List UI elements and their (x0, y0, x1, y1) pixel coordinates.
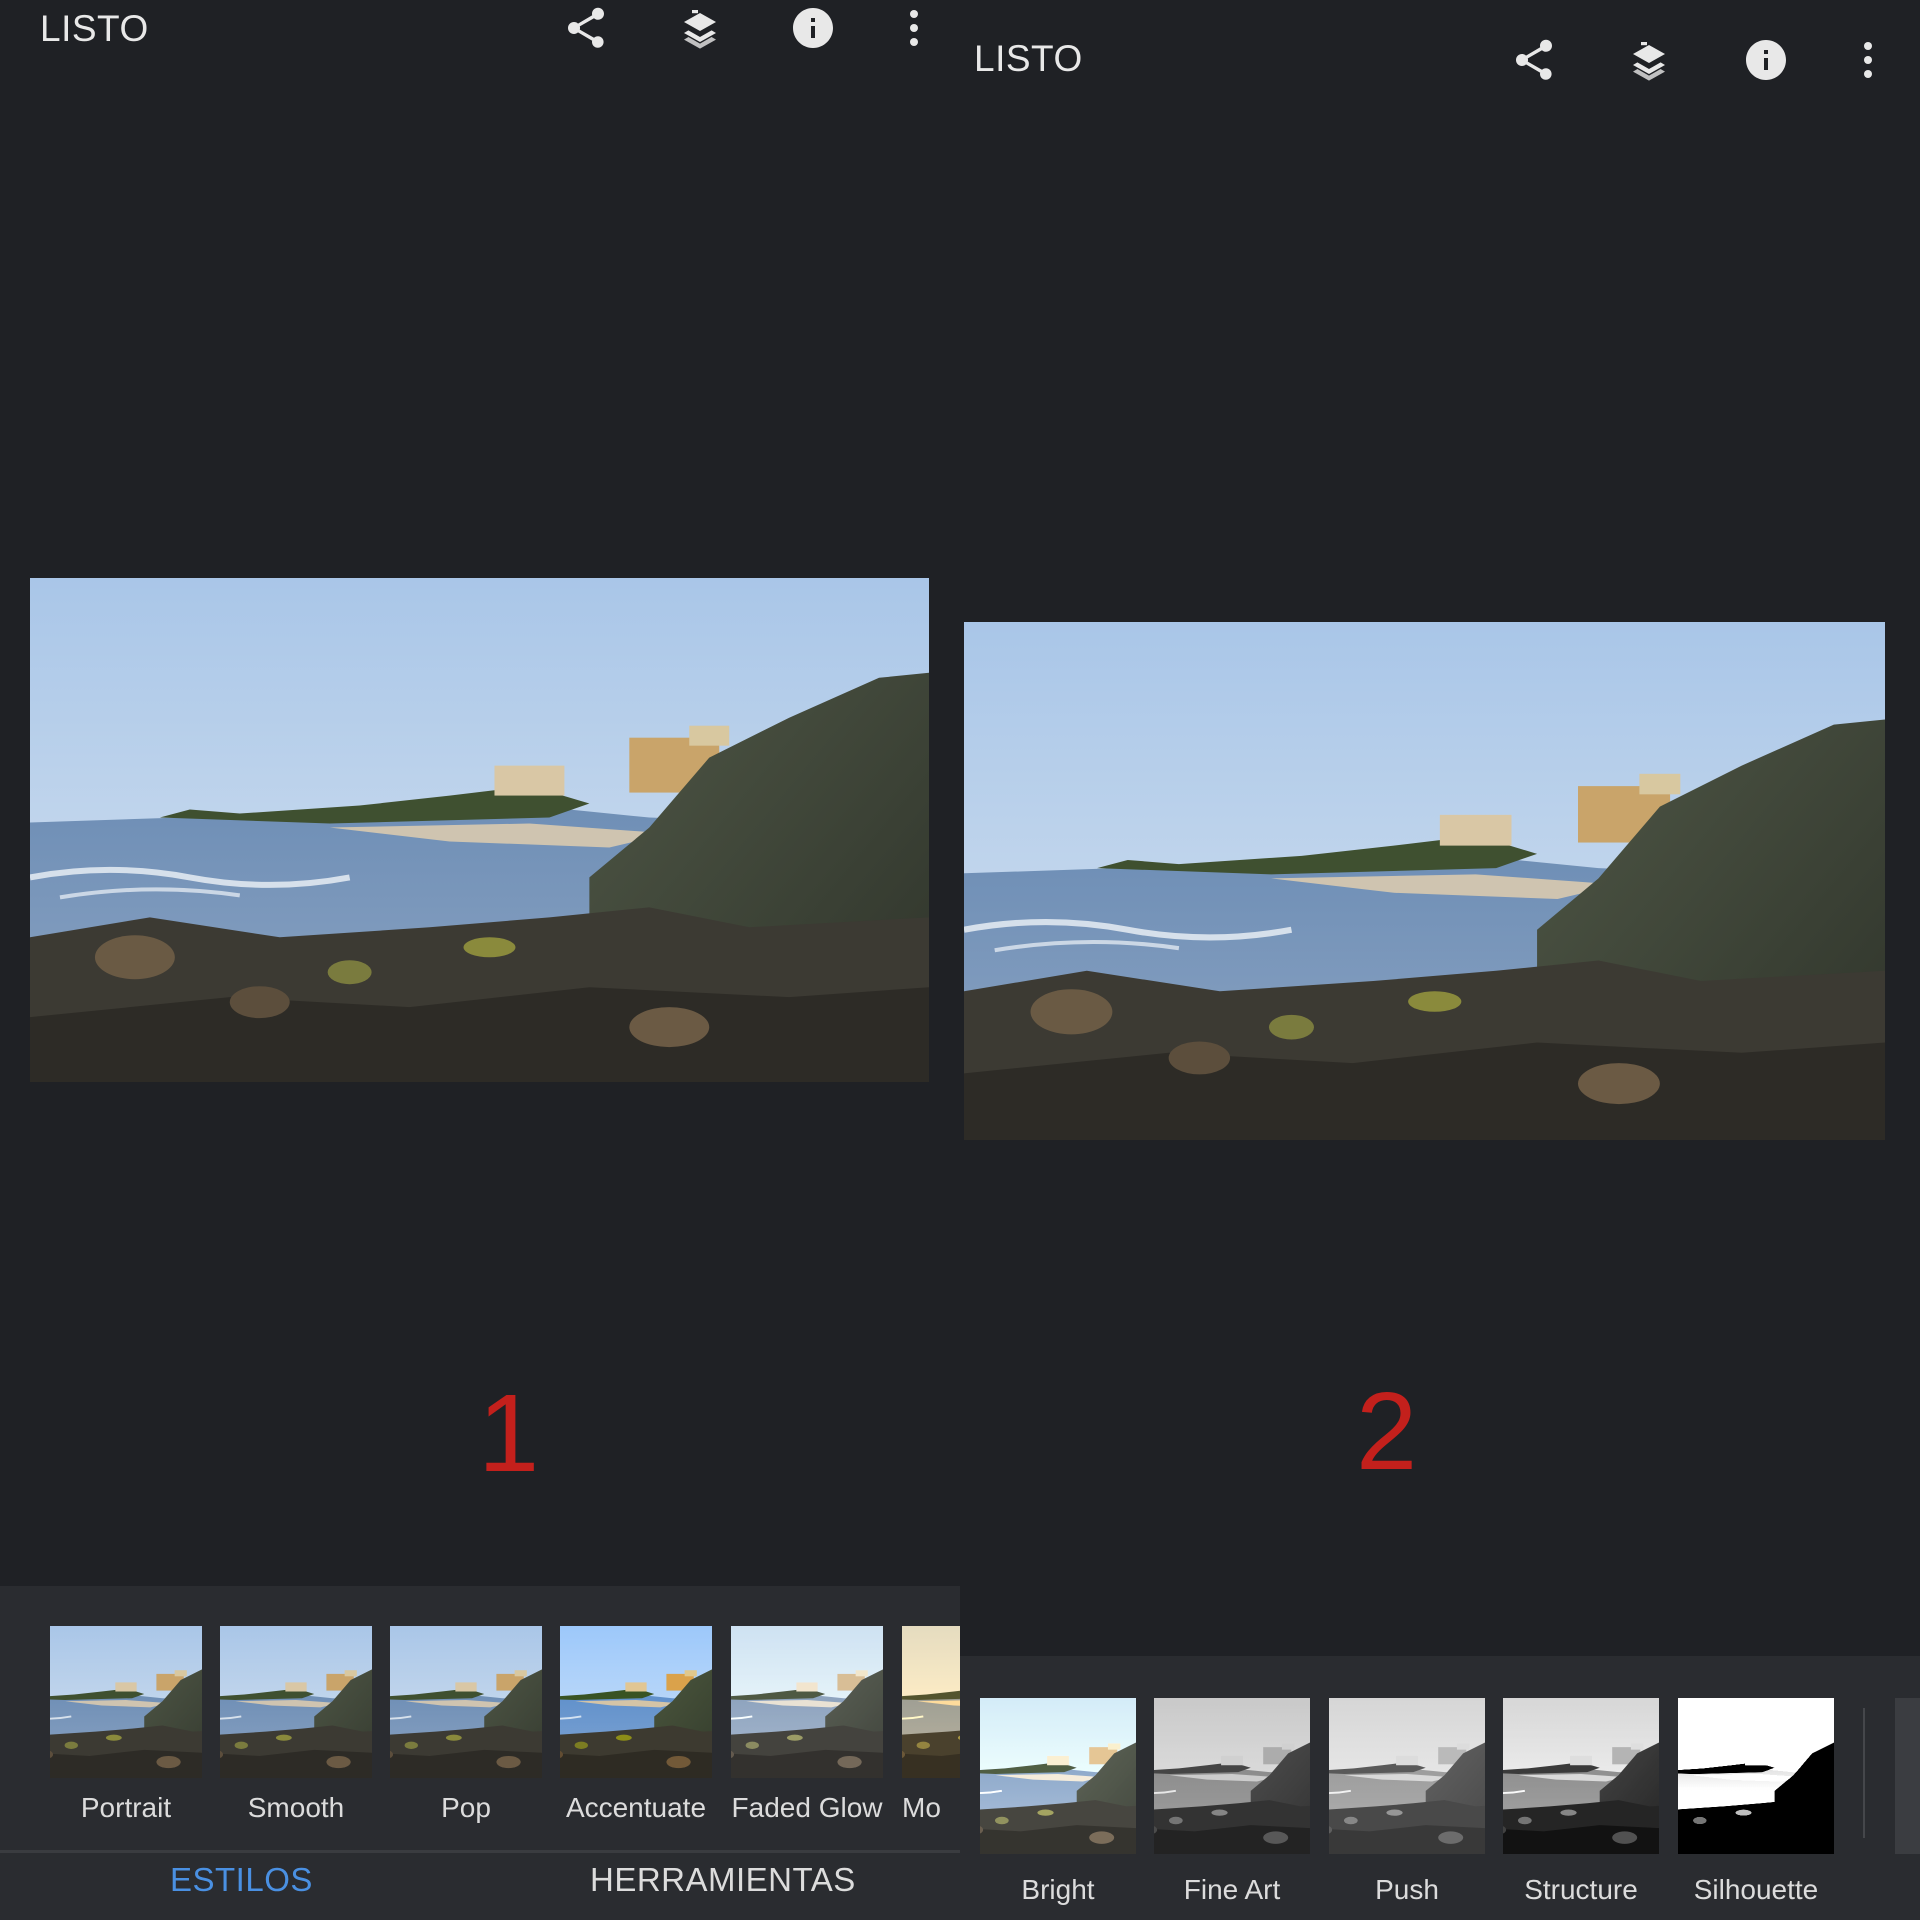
photo-preview[interactable] (30, 578, 929, 1082)
style-preview (390, 1626, 542, 1778)
top-bar: LISTO (0, 0, 960, 110)
style-thumb-partial[interactable]: Mo (902, 1626, 960, 1826)
more-vertical-icon[interactable] (888, 2, 940, 54)
style-label: Silhouette (1693, 1874, 1819, 1905)
style-preview (560, 1626, 712, 1778)
share-icon[interactable] (1508, 34, 1560, 86)
style-preview (902, 1626, 960, 1778)
styles-tray: Portrait Smooth Pop Accentuate Faded Glo… (0, 1586, 960, 1854)
editor-screen-1: LISTO 1 Portrait Smooth Pop Accentuate F… (0, 0, 960, 1920)
styles-tray: Bright Fine Art Push Structure Silhouett… (960, 1656, 1920, 1920)
style-label: Push (1375, 1874, 1439, 1905)
style-preview (980, 1698, 1136, 1854)
style-thumb-accentuate[interactable]: Accentuate (560, 1626, 712, 1826)
style-preview (50, 1626, 202, 1778)
step-number: 2 (1356, 1370, 1418, 1493)
style-preview (1154, 1698, 1310, 1854)
style-label: Bright (1021, 1874, 1095, 1905)
style-thumb-silhouette[interactable]: Silhouette (1678, 1698, 1834, 1918)
bottom-tabs: ESTILOS HERRAMIENTAS (0, 1853, 960, 1920)
style-preview (731, 1626, 883, 1778)
done-button[interactable]: LISTO (974, 38, 1083, 80)
style-thumb-structure[interactable]: Structure (1503, 1698, 1659, 1918)
style-label: Pop (441, 1792, 491, 1823)
style-preview (1329, 1698, 1485, 1854)
style-preview (220, 1626, 372, 1778)
style-label: Smooth (247, 1792, 345, 1823)
style-label: Accentuate (565, 1792, 707, 1823)
done-button[interactable]: LISTO (40, 8, 149, 50)
style-thumb-pop[interactable]: Pop (390, 1626, 542, 1826)
editor-screen-2: LISTO 2 Bright Fine Art Push Structure S… (960, 0, 1920, 1920)
style-label: Mo (902, 1792, 941, 1823)
style-thumb-partial[interactable] (1895, 1698, 1920, 1854)
style-label: Faded Glow (731, 1792, 883, 1823)
step-number: 1 (478, 1372, 540, 1495)
layers-stack-icon[interactable] (1623, 34, 1675, 86)
style-label: Structure (1524, 1874, 1638, 1905)
share-icon[interactable] (560, 2, 612, 54)
photo-preview[interactable] (964, 622, 1885, 1140)
style-thumb-portrait[interactable]: Portrait (50, 1626, 202, 1826)
style-preview (1678, 1698, 1834, 1854)
more-vertical-icon[interactable] (1842, 34, 1894, 86)
top-bar: LISTO (960, 0, 1920, 110)
style-label: Portrait (80, 1792, 172, 1823)
layers-stack-icon[interactable] (674, 2, 726, 54)
info-icon[interactable] (787, 2, 839, 54)
style-thumb-fine-art[interactable]: Fine Art (1154, 1698, 1310, 1918)
style-thumb-faded-glow[interactable]: Faded Glow (731, 1626, 883, 1826)
tab-styles[interactable]: ESTILOS (170, 1861, 313, 1899)
style-label: Fine Art (1183, 1874, 1281, 1905)
style-preview (1503, 1698, 1659, 1854)
style-thumb-push[interactable]: Push (1329, 1698, 1485, 1918)
style-thumb-smooth[interactable]: Smooth (220, 1626, 372, 1826)
style-thumb-bright[interactable]: Bright (980, 1698, 1136, 1918)
tray-separator (1863, 1708, 1865, 1838)
tab-tools[interactable]: HERRAMIENTAS (590, 1861, 856, 1899)
info-icon[interactable] (1740, 34, 1792, 86)
